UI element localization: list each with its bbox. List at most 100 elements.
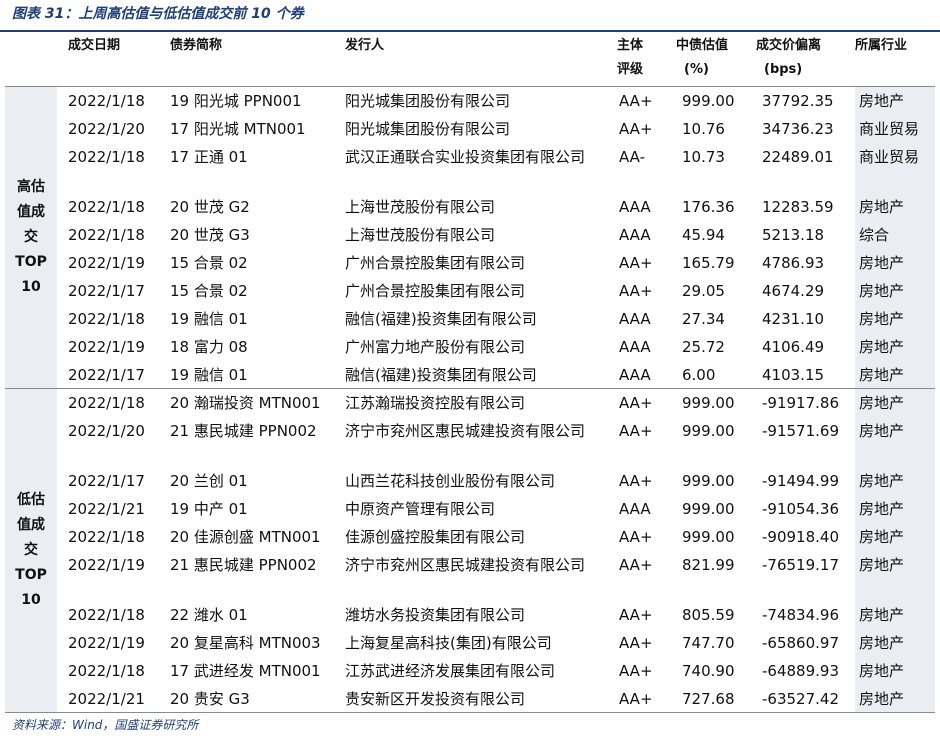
cell-industry: 房地产 [855,86,935,115]
section-label-line: TOP [15,254,47,270]
cell-date: 2022/1/19 [68,253,145,272]
cell-bond: 19 阳光城 PPN001 [170,92,302,110]
cell-deviation: 37792.35 [762,92,834,110]
cell-valuation: 176.36 [682,197,735,216]
table-row: 2022/1/17 20 兰创 01 山西兰花科技创业股份有限公司 AA+ 999.00… [5,466,935,495]
cell-bond: 20 佳源创盛 MTN001 [170,527,321,546]
section-label-line: TOP [15,567,47,583]
cell-issuer: 江苏武进经济发展集团有限公司 [345,661,556,680]
cell-industry: 房地产 [855,494,935,523]
table-row: 2022/1/21 20 贵安 G3 贵安新区开发投资有限公司 AA+ 727.68 -6… [5,684,935,713]
section-label-line: 低估 [17,492,45,508]
cell-industry: 房地产 [855,550,935,601]
cell-bond: 22 潍水 01 [170,605,248,624]
section-label-line: 值成 [17,517,45,533]
cell-industry: 房地产 [855,656,935,685]
cell-industry: 综合 [855,220,935,249]
cell-date: 2022/1/21 [68,499,145,518]
cell-bond: 18 富力 08 [170,337,248,356]
cell-bond: 17 阳光城 MTN001 [170,119,306,138]
table-row: 2022/1/18 19 融信 01 融信(福建)投资集团有限公司 AAA 27.34 4… [5,304,935,333]
section-label: 高估 值成交 TOP 10 [5,86,57,389]
cell-industry: 房地产 [855,276,935,305]
cell-rating: AAA [617,360,676,389]
cell-rating: AA+ [619,92,653,110]
cell-date: 2022/1/18 [68,92,145,110]
cell-issuer: 广州富力地产股份有限公司 [345,337,526,356]
cell-rating: AAA [619,197,651,216]
cell-valuation: 727.68 [676,684,756,713]
table-row: 2022/1/19 15 合景 02 广州合景控股集团有限公司 AA+ 165.79 47… [5,248,935,277]
cell-deviation: -91571.69 [762,421,839,440]
cell-valuation: 25.72 [682,337,725,356]
cell-rating: AA+ [619,281,653,300]
cell-deviation: 4231.10 [762,309,825,328]
title-bar: 图表 31：上周高估值与低估值成交前 10 个券 [0,0,940,32]
cell-industry: 房地产 [855,248,935,277]
cell-valuation: 10.76 [682,119,725,138]
cell-issuer: 上海世茂股份有限公司 [345,197,496,216]
table-row: 2022/1/18 17 武进经发 MTN001 江苏武进经济发展集团有限公司 AA+… [5,656,935,685]
cell-bond: 19 中产 01 [170,499,248,518]
cell-date: 2022/1/17 [68,471,145,490]
table-row: 2022/1/18 20 世茂 G2 上海世茂股份有限公司 AAA 176.36 1228… [5,192,935,221]
cell-bond: 15 合景 02 [170,253,248,272]
cell-deviation: 34736.23 [762,119,834,138]
cell-industry: 商业贸易 [855,142,935,193]
cell-industry: 商业贸易 [855,114,935,143]
cell-deviation: 22489.01 [762,147,834,166]
bond-table: 成交日期 债券简称 发行人 主体 中债估值 成交价偏离 所属行业 评级 (%) … [5,31,935,713]
table-row: 2022/1/21 19 中产 01 中原资产管理有限公司 AAA 999.00 -910… [5,494,935,523]
cell-date: 2022/1/18 [68,605,145,624]
cell-rating: AA- [619,147,646,166]
cell-issuer: 江苏瀚瑞投资控股有限公司 [345,394,526,412]
table-row: 2022/1/18 22 潍水 01 潍坊水务投资集团有限公司 AA+ 805.59 -7… [5,600,935,629]
col-header-bond: 债券简称 [170,31,345,87]
cell-date: 2022/1/18 [68,197,145,216]
cell-date: 2022/1/17 [57,360,170,389]
cell-issuer: 济宁市兖州区惠民城建投资有限公司 [345,421,586,440]
cell-bond: 19 融信 01 [170,309,248,328]
cell-deviation: -76519.17 [762,555,839,574]
cell-industry: 房地产 [855,522,935,551]
cell-date: 2022/1/18 [68,309,145,328]
cell-valuation: 747.70 [682,633,735,652]
table-row: 2022/1/18 17 正通 01 武汉正通联合实业投资集团有限公司 AA- 10.7… [5,142,935,193]
cell-date: 2022/1/20 [68,421,145,440]
cell-valuation: 999.00 [682,92,735,110]
cell-industry: 房地产 [855,304,935,333]
cell-bond: 17 武进经发 MTN001 [170,661,321,680]
cell-date: 2022/1/17 [68,281,145,300]
col-header-rating-line1: 主体 [617,38,644,53]
cell-deviation: -74834.96 [762,605,839,624]
cell-issuer: 广州合景控股集团有限公司 [345,253,526,272]
cell-rating: AA+ [619,471,653,490]
cell-rating: AA+ [619,421,653,440]
cell-date: 2022/1/18 [68,225,145,244]
cell-bond: 20 瀚瑞投资 MTN001 [170,394,321,412]
cell-rating: AAA [619,225,651,244]
figure-title: 图表 31：上周高估值与低估值成交前 10 个券 [12,6,304,22]
cell-rating: AA+ [619,605,653,624]
cell-date: 2022/1/19 [68,555,145,574]
cell-valuation: 821.99 [682,555,735,574]
cell-valuation: 27.34 [682,309,725,328]
cell-date: 2022/1/18 [68,661,145,680]
cell-date: 2022/1/20 [68,119,145,138]
section-label-line: 10 [21,279,41,295]
cell-bond: 20 兰创 01 [170,471,248,490]
cell-date: 2022/1/21 [57,684,170,713]
cell-bond: 20 复星高科 MTN003 [170,633,321,652]
cell-issuer: 武汉正通联合实业投资集团有限公司 [345,147,586,166]
table-row: 低估 值成交 TOP 10 2022/1/18 20 瀚瑞投资 MTN001 江苏瀚瑞投资控… [5,388,935,713]
source-note: 资料来源：Wind，国盛证券研究所 [12,718,199,732]
cell-issuer: 上海世茂股份有限公司 [345,225,496,244]
table-row: 2022/1/20 21 惠民城建 PPN002 济宁市兖州区惠民城建投资有限公司 A… [5,416,935,467]
cell-industry: 房地产 [855,684,935,713]
cell-valuation: 45.94 [682,225,725,244]
cell-bond: 21 惠民城建 PPN002 [170,555,317,574]
corner-cell [5,31,57,87]
cell-deviation: 12283.59 [762,197,834,216]
cell-issuer: 阳光城集团股份有限公司 [345,92,511,110]
cell-date: 2022/1/18 [68,147,145,166]
